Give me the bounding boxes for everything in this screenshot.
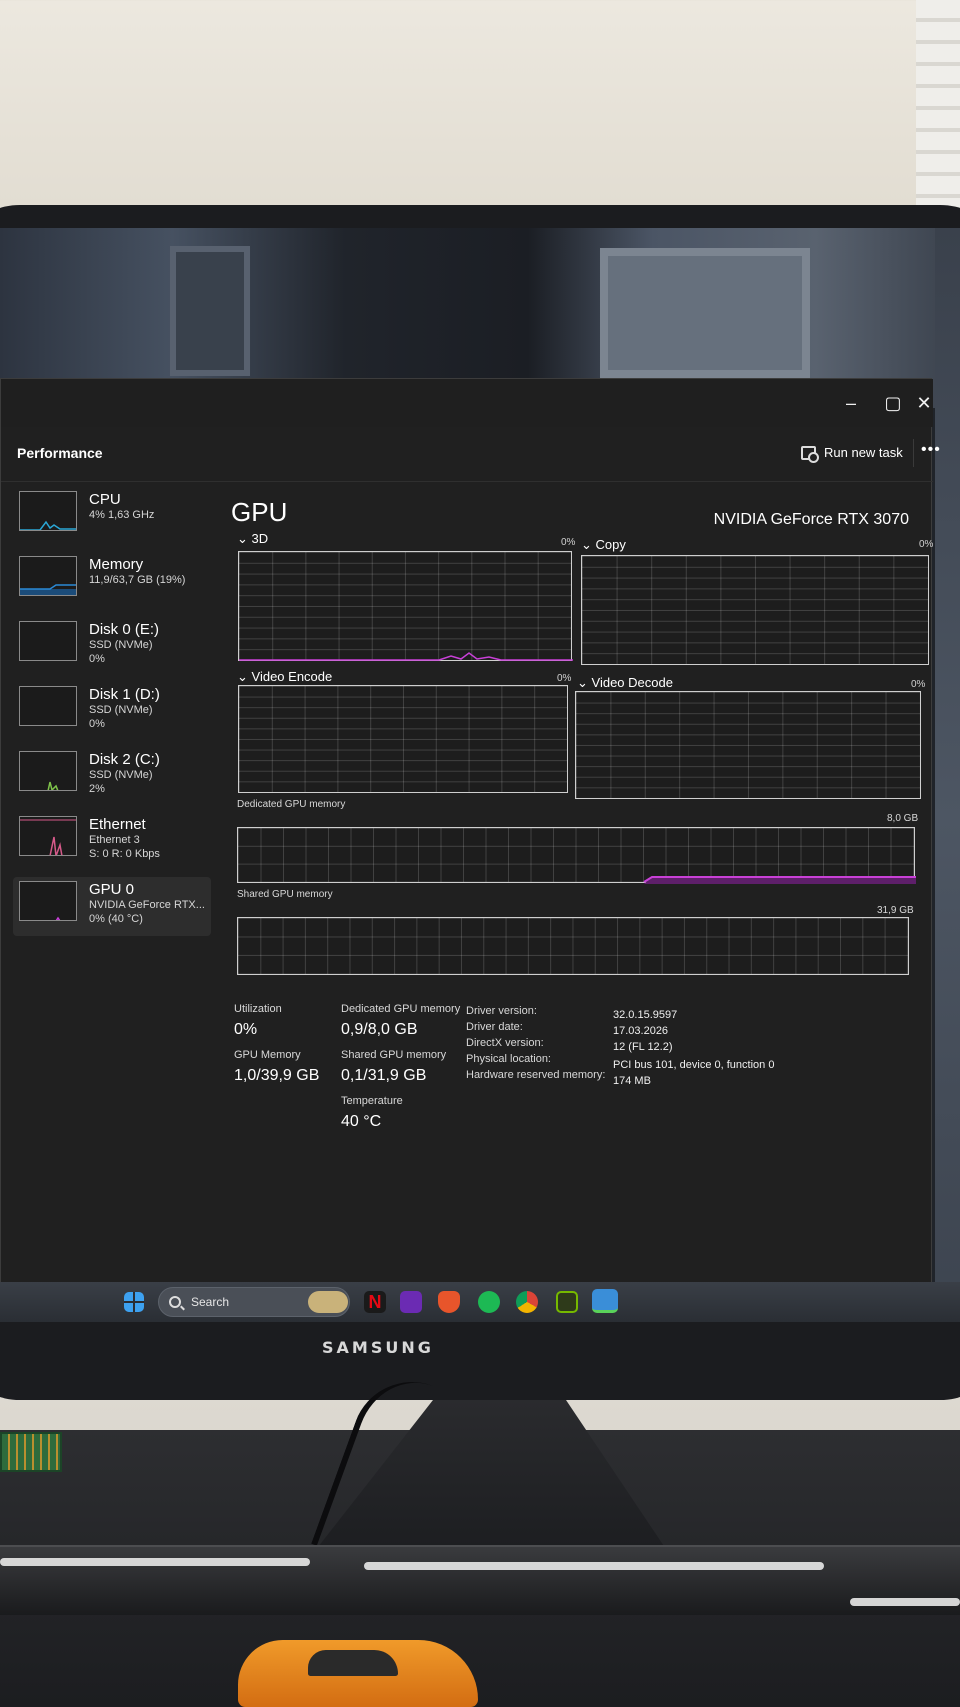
engine-video-encode-percent: 0% <box>557 673 572 684</box>
engine-copy-selector[interactable]: ⌄ Copy <box>581 537 626 553</box>
gpu-memory-value: 1,0/39,9 GB <box>234 1067 320 1084</box>
minimize-button[interactable]: – <box>831 391 871 415</box>
gpu-model-name: NVIDIA GeForce RTX 3070 <box>713 511 909 528</box>
engine-video-decode-selector[interactable]: ⌄ Video Decode <box>577 675 673 691</box>
sidebar-item-disk-0[interactable]: Disk 0 (E:) SSD (NVMe) 0% <box>13 617 211 676</box>
task-manager-window: – ▢ ✕ Performance Run new task ••• CPU 4… <box>0 378 940 1290</box>
directx-version-label: DirectX version: <box>466 1037 544 1049</box>
nvidia-icon[interactable] <box>556 1291 578 1313</box>
utilization-label: Utilization <box>234 1003 282 1015</box>
engine-3d-selector[interactable]: ⌄ 3D <box>237 531 268 547</box>
engine-copy-graph <box>581 555 929 665</box>
shared-memory-max: 31,9 GB <box>877 905 914 916</box>
driver-version-label: Driver version: <box>466 1005 537 1017</box>
sidebar-item-cpu[interactable]: CPU 4% 1,63 GHz <box>13 487 211 546</box>
sidebar-item-gpu-0[interactable]: GPU 0 NVIDIA GeForce RTX... 0% (40 °C) <box>13 877 211 936</box>
netflix-icon[interactable]: N <box>364 1291 386 1313</box>
sidebar-item-ethernet[interactable]: Ethernet Ethernet 3 S: 0 R: 0 Kbps <box>13 812 211 871</box>
dedicated-memory-max: 8,0 GB <box>887 813 919 824</box>
physical-location-label: Physical location: <box>466 1053 551 1065</box>
shared-memory-value: 0,1/31,9 GB <box>341 1067 427 1084</box>
gpu-heading: GPU <box>231 497 288 527</box>
toy-car <box>238 1640 478 1707</box>
sidebar-item-memory[interactable]: Memory 11,9/63,7 GB (19%) <box>13 552 211 611</box>
command-bar: Performance Run new task ••• <box>1 427 940 482</box>
engine-3d-percent: 0% <box>561 537 576 548</box>
ram-module <box>0 1432 62 1472</box>
shared-memory-label: Shared GPU memory <box>341 1049 447 1061</box>
engine-video-decode-percent: 0% <box>911 679 926 690</box>
gpu-memory-label: GPU Memory <box>234 1049 301 1061</box>
dedicated-memory-value: 0,9/8,0 GB <box>341 1021 418 1038</box>
engine-copy-percent: 0% <box>919 539 934 550</box>
more-options-button[interactable]: ••• <box>921 441 941 459</box>
engine-video-decode-graph <box>575 691 921 799</box>
light-strip-left <box>0 1558 310 1566</box>
resource-sidebar: CPU 4% 1,63 GHz Memory 11,9/63,7 GB (19%… <box>13 487 211 942</box>
dedicated-memory-label: Dedicated GPU memory <box>341 1003 461 1015</box>
hardware-reserved-value: 174 MB <box>613 1075 651 1087</box>
temperature-label: Temperature <box>341 1095 403 1107</box>
light-strip-center <box>364 1562 824 1570</box>
disk-1-thumbnail-graph <box>19 686 77 726</box>
light-strip-right <box>850 1598 960 1606</box>
sidebar-item-disk-2[interactable]: Disk 2 (C:) SSD (NVMe) 2% <box>13 747 211 806</box>
memory-thumbnail-graph <box>19 556 77 596</box>
temperature-value: 40 °C <box>341 1113 382 1130</box>
run-new-task-button[interactable]: Run new task <box>801 445 903 463</box>
shared-memory-graph-label: Shared GPU memory <box>237 889 333 900</box>
spotify-icon[interactable] <box>478 1291 500 1313</box>
next-app-icon[interactable] <box>400 1291 422 1313</box>
monitor-screen: – ▢ ✕ Performance Run new task ••• CPU 4… <box>0 228 960 1313</box>
utilization-value: 0% <box>234 1021 258 1038</box>
engine-video-encode-selector[interactable]: ⌄ Video Encode <box>237 669 332 685</box>
driver-version-value: 32.0.15.9597 <box>613 1009 678 1021</box>
cpu-thumbnail-graph <box>19 491 77 531</box>
hardware-reserved-label: Hardware reserved memory: <box>466 1069 606 1081</box>
window-blind <box>916 0 960 215</box>
title-bar: – ▢ ✕ <box>1 379 933 427</box>
task-manager-icon[interactable] <box>592 1289 618 1313</box>
dedicated-memory-graph-label: Dedicated GPU memory <box>237 799 346 810</box>
page-title: Performance <box>17 445 103 461</box>
engine-video-encode-graph <box>238 685 568 793</box>
search-icon <box>169 1296 181 1308</box>
start-icon[interactable] <box>124 1292 144 1312</box>
shared-memory-graph <box>237 917 909 975</box>
run-task-icon <box>801 445 819 463</box>
brave-icon[interactable] <box>438 1291 460 1313</box>
monitor-stand-base <box>0 1545 960 1615</box>
close-button[interactable]: ✕ <box>915 391 933 415</box>
windows-taskbar: Search N <box>0 1282 960 1322</box>
widgets-icon[interactable] <box>308 1291 348 1313</box>
ethernet-thumbnail-graph <box>19 816 77 856</box>
gpu-0-thumbnail-graph <box>19 881 77 921</box>
driver-date-label: Driver date: <box>466 1021 523 1033</box>
disk-0-thumbnail-graph <box>19 621 77 661</box>
disk-2-thumbnail-graph <box>19 751 77 791</box>
monitor-brand-logo: SAMSUNG <box>322 1338 434 1357</box>
game-background-right <box>935 228 960 1313</box>
engine-3d-graph <box>238 551 573 661</box>
chrome-icon[interactable] <box>516 1291 538 1313</box>
directx-version-value: 12 (FL 12.2) <box>613 1041 673 1053</box>
driver-date-value: 17.03.2026 <box>613 1025 669 1037</box>
dedicated-memory-graph <box>237 827 916 884</box>
sidebar-item-disk-1[interactable]: Disk 1 (D:) SSD (NVMe) 0% <box>13 682 211 741</box>
run-new-task-label: Run new task <box>824 445 903 460</box>
physical-location-value: PCI bus 101, device 0, function 0 <box>613 1059 775 1071</box>
search-label: Search <box>191 1295 230 1309</box>
maximize-button[interactable]: ▢ <box>873 391 913 415</box>
